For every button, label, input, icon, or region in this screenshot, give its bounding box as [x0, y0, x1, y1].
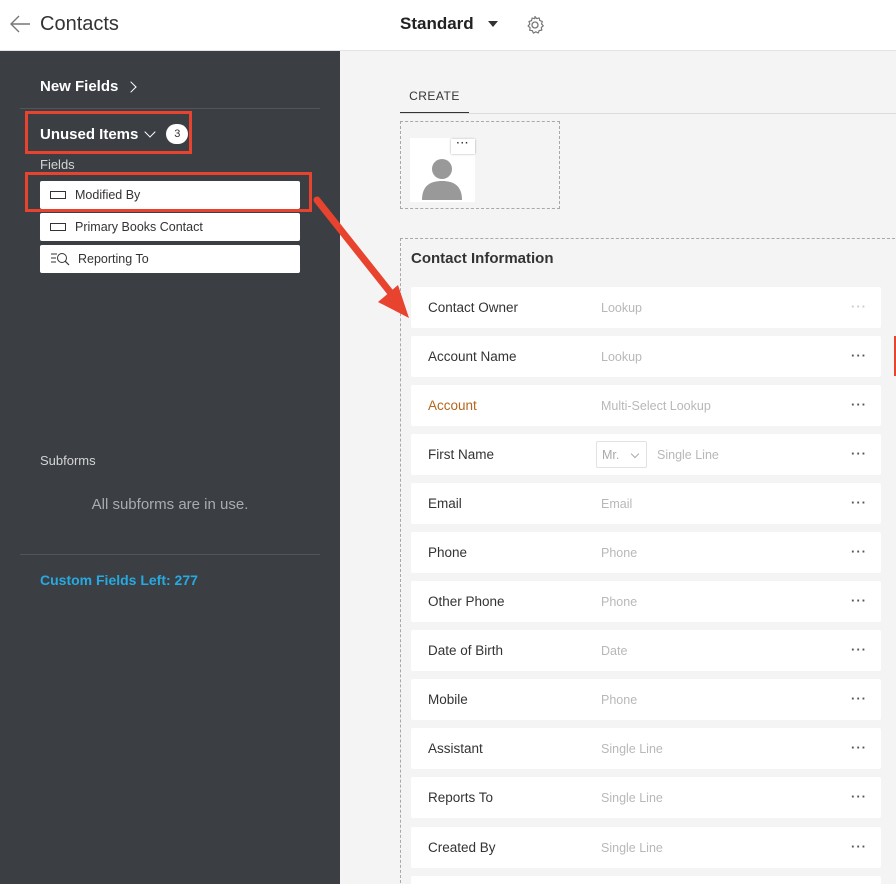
row-more-button[interactable]: ···	[851, 740, 867, 755]
field-row[interactable]: Account Name Lookup ···	[411, 336, 881, 377]
field-type: Phone	[601, 546, 638, 560]
field-type: Single Line	[601, 841, 663, 855]
field-label: Mobile	[428, 692, 468, 707]
field-row[interactable]: Phone Phone ···	[411, 532, 881, 573]
field-label: Reporting To	[78, 252, 149, 266]
row-more-button[interactable]: ···	[851, 348, 867, 363]
field-label: Created By	[428, 840, 496, 855]
field-type: Phone	[601, 693, 638, 707]
field-row[interactable]: Contact Owner Lookup ···	[411, 287, 881, 328]
annotation-highlight-box	[25, 172, 312, 212]
layout-name: Standard	[400, 14, 474, 33]
row-more-button[interactable]: ···	[851, 691, 867, 706]
annotation-highlight-box	[25, 111, 192, 154]
row-more-button[interactable]: ···	[851, 789, 867, 804]
section-title: Contact Information	[411, 250, 554, 267]
field-label: Phone	[428, 545, 468, 560]
custom-fields-left: Custom Fields Left: 277	[40, 572, 198, 588]
single-line-field-icon	[50, 223, 66, 231]
field-label: Reports To	[428, 790, 494, 805]
divider	[20, 108, 320, 109]
field-row[interactable]: First Name Mr. Single Line ···	[411, 434, 881, 475]
row-more-button[interactable]: ···	[851, 642, 867, 657]
field-label: Primary Books Contact	[75, 220, 203, 234]
salutation-select[interactable]: Mr.	[596, 441, 647, 468]
field-row[interactable]: Assistant Single Line ···	[411, 728, 881, 769]
field-label: Date of Birth	[428, 643, 504, 658]
field-type: Date	[601, 644, 628, 658]
caret-down-icon	[487, 21, 498, 27]
field-type: Lookup	[601, 301, 643, 315]
field-row[interactable]: Date of Birth Date ···	[411, 630, 881, 671]
new-fields-toggle[interactable]: New Fields	[40, 78, 138, 95]
field-row[interactable]: Account Multi-Select Lookup ···	[411, 385, 881, 426]
row-more-button[interactable]: ···	[851, 839, 867, 854]
fields-heading: Fields	[40, 157, 75, 172]
field-row[interactable]	[411, 876, 881, 884]
field-label: Assistant	[428, 741, 483, 756]
row-more-button[interactable]: ···	[851, 446, 867, 461]
field-label: Account	[428, 398, 477, 413]
field-type: Lookup	[601, 350, 643, 364]
new-fields-label: New Fields	[40, 78, 119, 95]
gear-icon[interactable]	[525, 15, 545, 35]
field-type: Single Line	[601, 791, 663, 805]
field-label: Email	[428, 496, 462, 511]
row-more-button[interactable]: ···	[851, 299, 867, 314]
row-more-button[interactable]: ···	[851, 397, 867, 412]
field-row[interactable]: Other Phone Phone ···	[411, 581, 881, 622]
unused-field-primary-books-contact[interactable]: Primary Books Contact	[40, 213, 300, 241]
subforms-heading: Subforms	[40, 453, 96, 468]
page-title: Contacts	[40, 13, 119, 35]
subforms-message: All subforms are in use.	[91, 496, 249, 513]
row-more-button[interactable]: ···	[851, 544, 867, 559]
salutation-value: Mr.	[602, 448, 620, 462]
field-label: Account Name	[428, 349, 517, 364]
field-row[interactable]: Created By Single Line ···	[411, 827, 881, 868]
top-bar: Contacts Standard	[0, 0, 896, 51]
sidebar: New Fields Unused Items 3 Fields Modifie…	[0, 51, 340, 884]
field-type: Phone	[601, 595, 638, 609]
field-row[interactable]: Mobile Phone ···	[411, 679, 881, 720]
divider	[20, 554, 320, 555]
field-type: Multi-Select Lookup	[601, 399, 711, 413]
field-label: Contact Owner	[428, 300, 519, 315]
row-more-button[interactable]: ···	[851, 495, 867, 510]
field-label: Other Phone	[428, 594, 505, 609]
tab-underline	[400, 113, 896, 114]
tab-create[interactable]: CREATE	[400, 80, 469, 114]
back-arrow-icon[interactable]	[8, 13, 32, 35]
field-type: Single Line	[601, 742, 663, 756]
field-row[interactable]: Email Email ···	[411, 483, 881, 524]
photo-more-button[interactable]: ···	[451, 139, 475, 154]
field-type: Single Line	[657, 448, 719, 462]
field-label: First Name	[428, 447, 495, 462]
chevron-right-icon	[125, 80, 138, 93]
row-more-button[interactable]: ···	[851, 593, 867, 608]
chevron-down-icon	[630, 449, 640, 459]
field-row[interactable]: Reports To Single Line ···	[411, 777, 881, 818]
unused-field-reporting-to[interactable]: Reporting To	[40, 245, 300, 273]
layout-dropdown[interactable]: Standard	[400, 14, 498, 34]
field-type: Email	[601, 497, 633, 511]
lookup-field-icon	[51, 253, 70, 266]
